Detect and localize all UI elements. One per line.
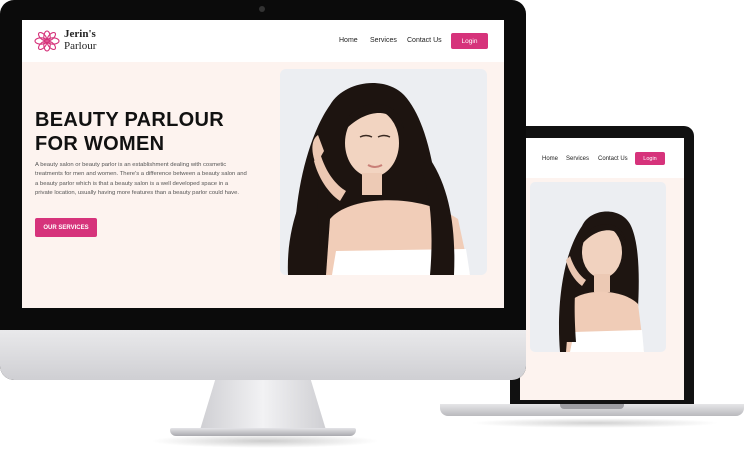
monitor-chin (0, 330, 526, 380)
laptop-nav-home[interactable]: Home (542, 156, 558, 162)
monitor-stand (200, 380, 326, 430)
portrait-photo (530, 182, 666, 352)
navbar: Jerin's Parlour Home Services Contact Us… (22, 20, 504, 62)
login-button[interactable]: Login (451, 33, 488, 49)
desktop-screen: Jerin's Parlour Home Services Contact Us… (22, 20, 504, 308)
portrait-photo (280, 69, 487, 275)
laptop-nav-services[interactable]: Services (566, 156, 589, 162)
hero-title-line2: FOR WOMEN (35, 133, 165, 155)
laptop-screen: Home Services Contact Us Login (520, 138, 684, 400)
hero-title-line1: BEAUTY PARLOUR (35, 109, 225, 131)
nav-services[interactable]: Services (370, 37, 397, 44)
brand-logo[interactable]: Jerin's Parlour (64, 28, 96, 52)
hero-image (280, 69, 487, 275)
camera-icon (259, 6, 265, 12)
laptop-nav-contact[interactable]: Contact Us (598, 156, 628, 162)
our-services-button[interactable]: OUR SERVICES (35, 218, 97, 237)
laptop-hero-image (530, 182, 666, 352)
flower-lotus-icon (34, 30, 60, 52)
nav-contact[interactable]: Contact Us (407, 37, 442, 44)
stand-shadow (150, 434, 380, 448)
brand-name-line1: Jerin's (64, 28, 96, 40)
brand-name-line2: Parlour (64, 40, 97, 52)
laptop-navbar: Home Services Contact Us Login (520, 138, 684, 178)
laptop-notch (560, 404, 624, 409)
laptop-shadow (470, 418, 720, 428)
nav-home[interactable]: Home (339, 37, 358, 44)
hero-description: A beauty salon or beauty parlor is an es… (35, 162, 247, 197)
laptop-login-button[interactable]: Login (635, 152, 665, 165)
monitor-stand-foot (170, 428, 356, 436)
hero-title: BEAUTY PARLOUR FOR WOMEN (35, 108, 255, 156)
